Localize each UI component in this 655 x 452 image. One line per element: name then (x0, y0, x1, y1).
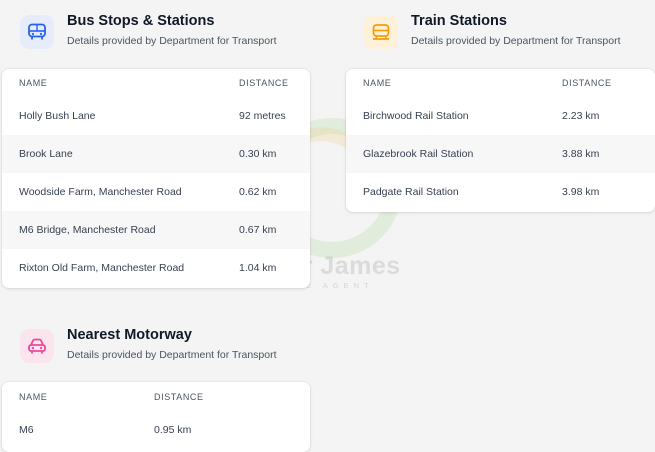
train-icon (372, 24, 390, 40)
row-distance: 0.30 km (239, 148, 277, 160)
bus-section-title: Bus Stops & Stations (67, 13, 215, 29)
row-name: Birchwood Rail Station (363, 110, 469, 122)
table-row: Glazebrook Rail Station 3.88 km (346, 135, 655, 173)
bus-icon-box (20, 15, 54, 49)
train-section-title: Train Stations (411, 13, 507, 29)
row-name: Woodside Farm, Manchester Road (19, 186, 182, 198)
row-distance: 0.62 km (239, 186, 277, 198)
row-name: M6 (19, 424, 34, 436)
row-distance: 92 metres (239, 110, 286, 122)
car-icon (28, 338, 46, 354)
table-row: Rixton Old Farm, Manchester Road 1.04 km (2, 249, 310, 287)
table-header: NAME DISTANCE (346, 69, 655, 97)
bus-stops-table: NAME DISTANCE Holly Bush Lane 92 metres … (2, 69, 310, 288)
row-name: Brook Lane (19, 148, 73, 160)
row-distance: 0.67 km (239, 224, 277, 236)
table-row: M6 0.95 km (2, 411, 310, 449)
row-name: Rixton Old Farm, Manchester Road (19, 262, 185, 274)
table-row: Birchwood Rail Station 2.23 km (346, 97, 655, 135)
column-header-name: NAME (19, 391, 48, 402)
column-header-distance: DISTANCE (239, 78, 289, 88)
train-stations-table: NAME DISTANCE Birchwood Rail Station 2.2… (346, 69, 655, 212)
row-distance: 0.95 km (154, 424, 192, 436)
motorway-section-subtitle: Details provided by Department for Trans… (67, 349, 277, 361)
motorway-table: NAME DISTANCE M6 0.95 km (2, 382, 310, 452)
bus-section-header: Bus Stops & Stations Details provided by… (20, 13, 277, 49)
row-name: M6 Bridge, Manchester Road (19, 224, 156, 236)
table-row: M6 Bridge, Manchester Road 0.67 km (2, 211, 310, 249)
train-icon-box (364, 15, 398, 49)
motorway-section-header: Nearest Motorway Details provided by Dep… (20, 327, 277, 363)
row-distance: 3.88 km (562, 148, 600, 160)
car-icon-box (20, 329, 54, 363)
row-name: Glazebrook Rail Station (363, 148, 474, 160)
row-distance: 3.98 km (562, 186, 600, 198)
table-row: Woodside Farm, Manchester Road 0.62 km (2, 173, 310, 211)
train-section-subtitle: Details provided by Department for Trans… (411, 35, 621, 47)
table-row: Padgate Rail Station 3.98 km (346, 173, 655, 211)
bus-icon (28, 23, 46, 40)
bus-section-subtitle: Details provided by Department for Trans… (67, 35, 277, 47)
column-header-distance: DISTANCE (562, 78, 612, 88)
row-distance: 1.04 km (239, 262, 277, 274)
column-header-distance: DISTANCE (154, 391, 204, 402)
column-header-name: NAME (363, 78, 392, 88)
column-header-name: NAME (19, 78, 48, 88)
motorway-section-title: Nearest Motorway (67, 327, 192, 343)
train-section-header: Train Stations Details provided by Depar… (364, 13, 621, 49)
table-header: NAME DISTANCE (2, 382, 310, 411)
row-name: Holly Bush Lane (19, 110, 96, 122)
row-name: Padgate Rail Station (363, 186, 459, 198)
table-header: NAME DISTANCE (2, 69, 310, 97)
table-row: Brook Lane 0.30 km (2, 135, 310, 173)
row-distance: 2.23 km (562, 110, 600, 122)
table-row: Holly Bush Lane 92 metres (2, 97, 310, 135)
